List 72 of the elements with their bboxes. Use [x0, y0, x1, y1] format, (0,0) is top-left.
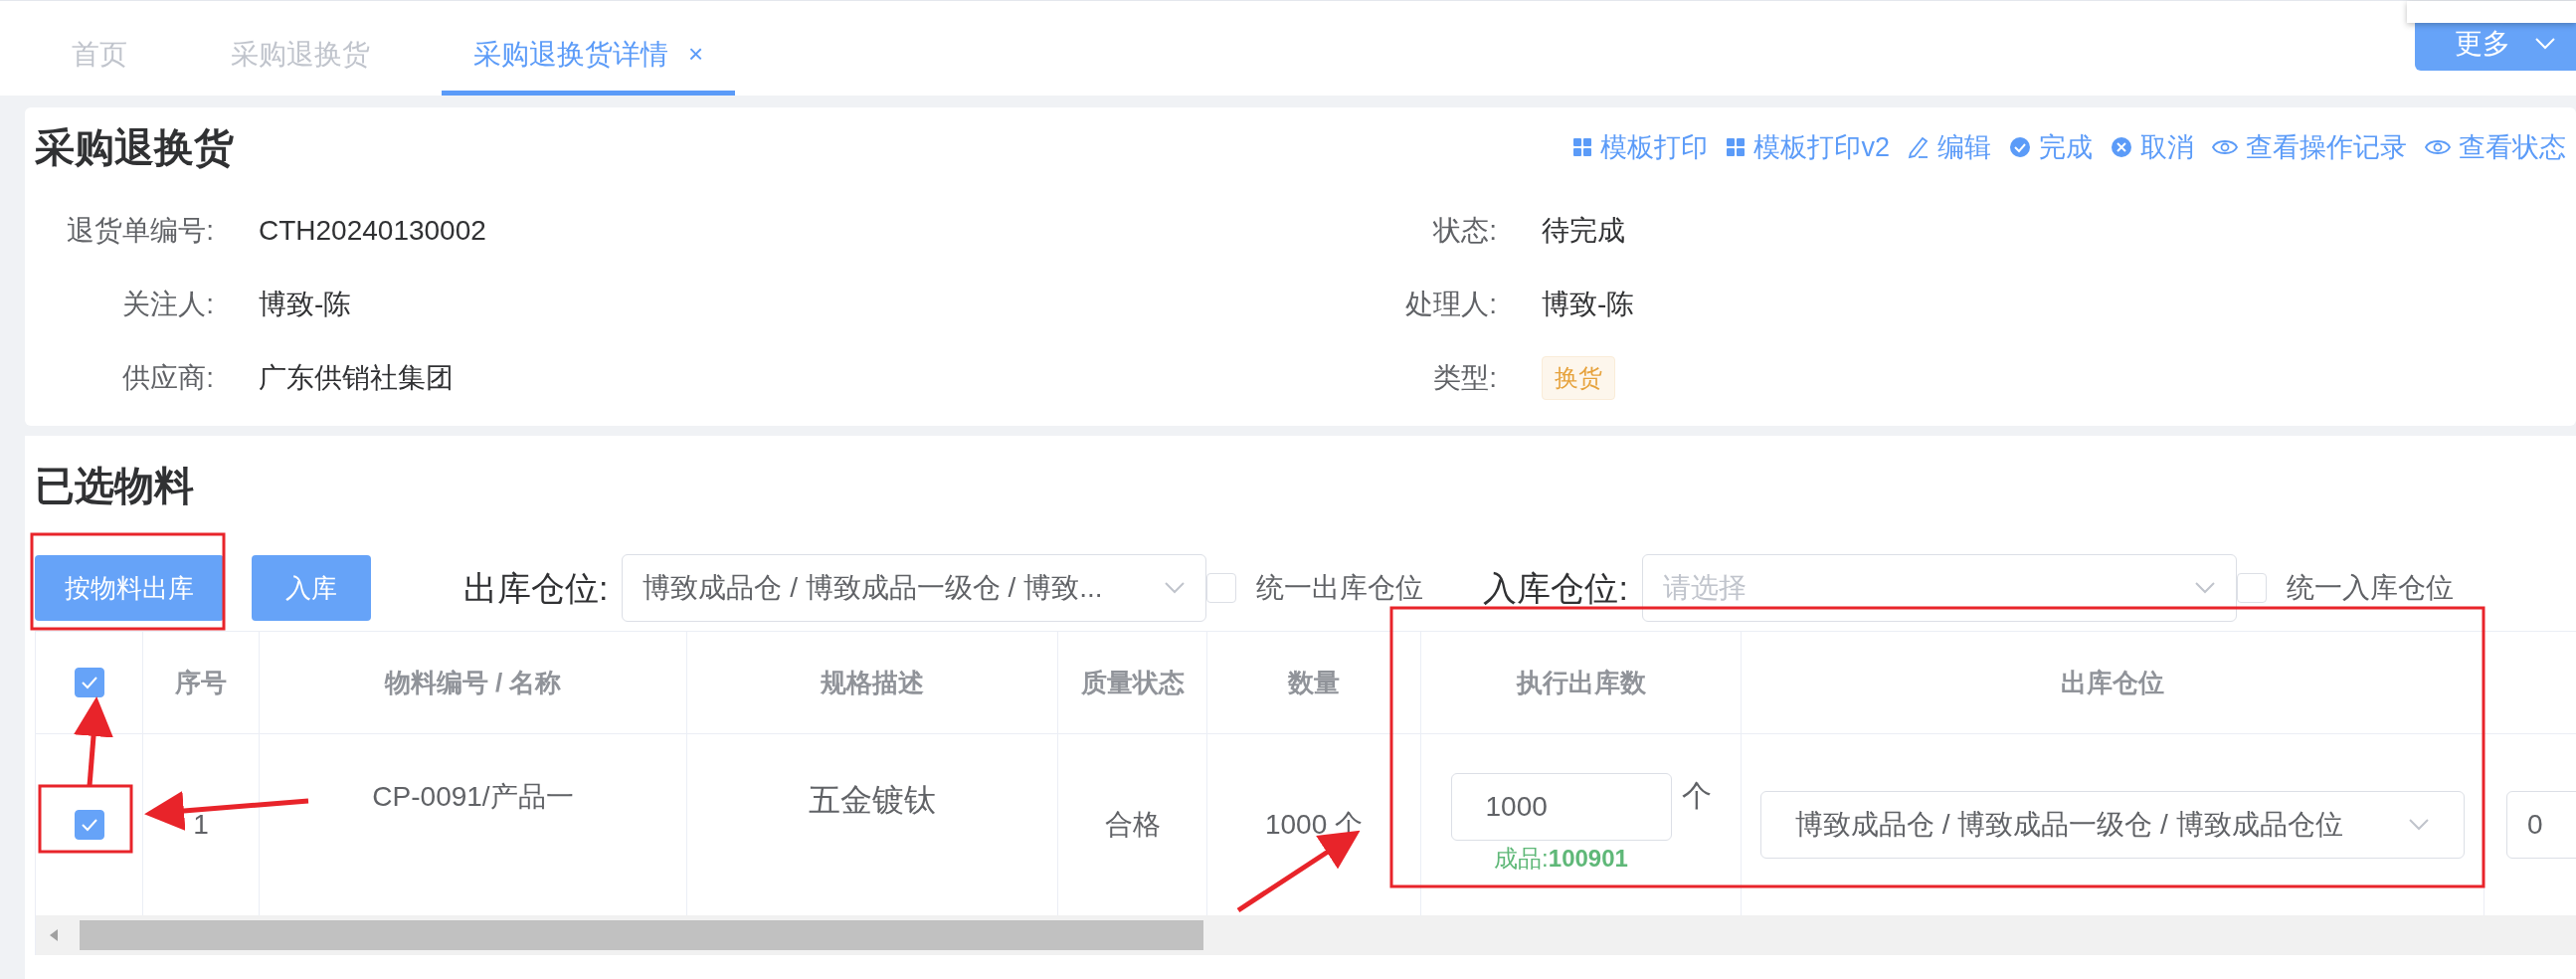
inbound-button[interactable]: 入库	[252, 555, 371, 621]
field-value: 待完成	[1542, 214, 1625, 248]
table-cell-text: 合格	[1104, 808, 1161, 842]
quantity-input[interactable]: 1000	[1450, 773, 1672, 841]
section-title: 已选物料	[35, 463, 195, 509]
checkbox-label: 统一出库仓位	[1256, 571, 1424, 605]
action-link[interactable]: 取消	[2111, 126, 2194, 168]
field-value: CTH20240130002	[259, 214, 486, 248]
field-value: 博致-陈	[259, 288, 352, 321]
close-circle-icon	[2111, 136, 2132, 158]
section-title: 采购退换货	[35, 124, 234, 171]
type-tag: 换货	[1542, 356, 1615, 400]
checkbox[interactable]	[1206, 573, 1237, 603]
tab-label: 采购退换货	[231, 37, 370, 72]
tab-label: 首页	[72, 37, 127, 72]
number-input[interactable]: 0	[2506, 791, 2576, 859]
field-label: 出库仓位:	[463, 567, 609, 609]
grid-icon	[1572, 137, 1593, 157]
table-cell-text: 1	[193, 808, 209, 842]
column-header: 规格描述	[821, 666, 924, 699]
chevron-down-icon	[2534, 36, 2556, 51]
unit-label: 个	[1681, 778, 1712, 814]
pencil-icon	[1908, 135, 1930, 159]
scrollbar-thumb[interactable]	[80, 920, 1203, 950]
eye-icon	[2425, 138, 2451, 156]
location-select[interactable]: 博致成品仓 / 博致成品一级仓 / 博致成品仓位	[1760, 791, 2465, 859]
action-link[interactable]: 查看状态	[2425, 126, 2566, 168]
column-header: 物料编号 / 名称	[384, 666, 562, 699]
field-label: 状态:	[1432, 214, 1497, 248]
field-value: 博致-陈	[1542, 288, 1635, 321]
select-all-checkbox[interactable]	[74, 668, 104, 697]
check-icon	[80, 818, 98, 832]
action-link[interactable]: 模板打印v2	[1726, 126, 1890, 168]
field-label: 入库仓位:	[1483, 567, 1628, 609]
field-label: 退货单编号:	[66, 214, 214, 248]
page-tab[interactable]: 采购退换货详情 ×	[442, 18, 736, 96]
eye-icon	[2212, 138, 2238, 156]
column-header: 数量	[1288, 666, 1340, 699]
action-link[interactable]: 模板打印	[1572, 126, 1709, 168]
page-tab[interactable]: 采购退换货	[199, 18, 402, 96]
action-link[interactable]: 完成	[2009, 126, 2093, 168]
column-header: 执行出库数	[1516, 666, 1646, 699]
field-label: 关注人:	[121, 288, 214, 321]
field-label: 处理人:	[1404, 288, 1497, 321]
location-select[interactable]: 请选择	[1641, 554, 2237, 622]
chevron-down-icon	[1164, 581, 1187, 595]
grid-icon	[1726, 137, 1747, 157]
chevron-down-icon	[2408, 818, 2430, 832]
horizontal-scrollbar[interactable]	[36, 915, 2576, 955]
close-icon[interactable]: ×	[688, 35, 704, 74]
checkbox[interactable]	[2236, 573, 2267, 603]
page-tab[interactable]: 首页	[40, 18, 159, 96]
check-circle-icon	[2009, 136, 2031, 158]
column-header: 质量状态	[1080, 666, 1185, 699]
field-label: 类型:	[1432, 361, 1497, 395]
table-cell-text: 五金镀钛	[809, 781, 936, 820]
field-value: 广东供销社集团	[259, 361, 454, 395]
field-label: 供应商:	[121, 361, 214, 395]
action-link[interactable]: 编辑	[1908, 126, 1991, 168]
table-cell-text: CP-0091/产品一	[372, 780, 574, 814]
chevron-down-icon	[2193, 581, 2216, 595]
location-select[interactable]: 博致成品仓 / 博致成品一级仓 / 博致...	[622, 554, 1207, 622]
scroll-left-icon[interactable]	[48, 928, 60, 942]
column-header: 出库仓位	[2061, 666, 2164, 699]
stock-info: 成品:100901	[1494, 844, 1628, 874]
row-checkbox[interactable]	[74, 810, 104, 840]
column-header: 序号	[175, 666, 227, 699]
checkbox-label: 统一入库仓位	[2286, 571, 2454, 605]
action-link[interactable]: 查看操作记录	[2212, 126, 2407, 168]
tab-label: 采购退换货详情	[473, 37, 668, 72]
outbound-button[interactable]: 按物料出库	[35, 555, 224, 621]
check-icon	[80, 676, 98, 689]
